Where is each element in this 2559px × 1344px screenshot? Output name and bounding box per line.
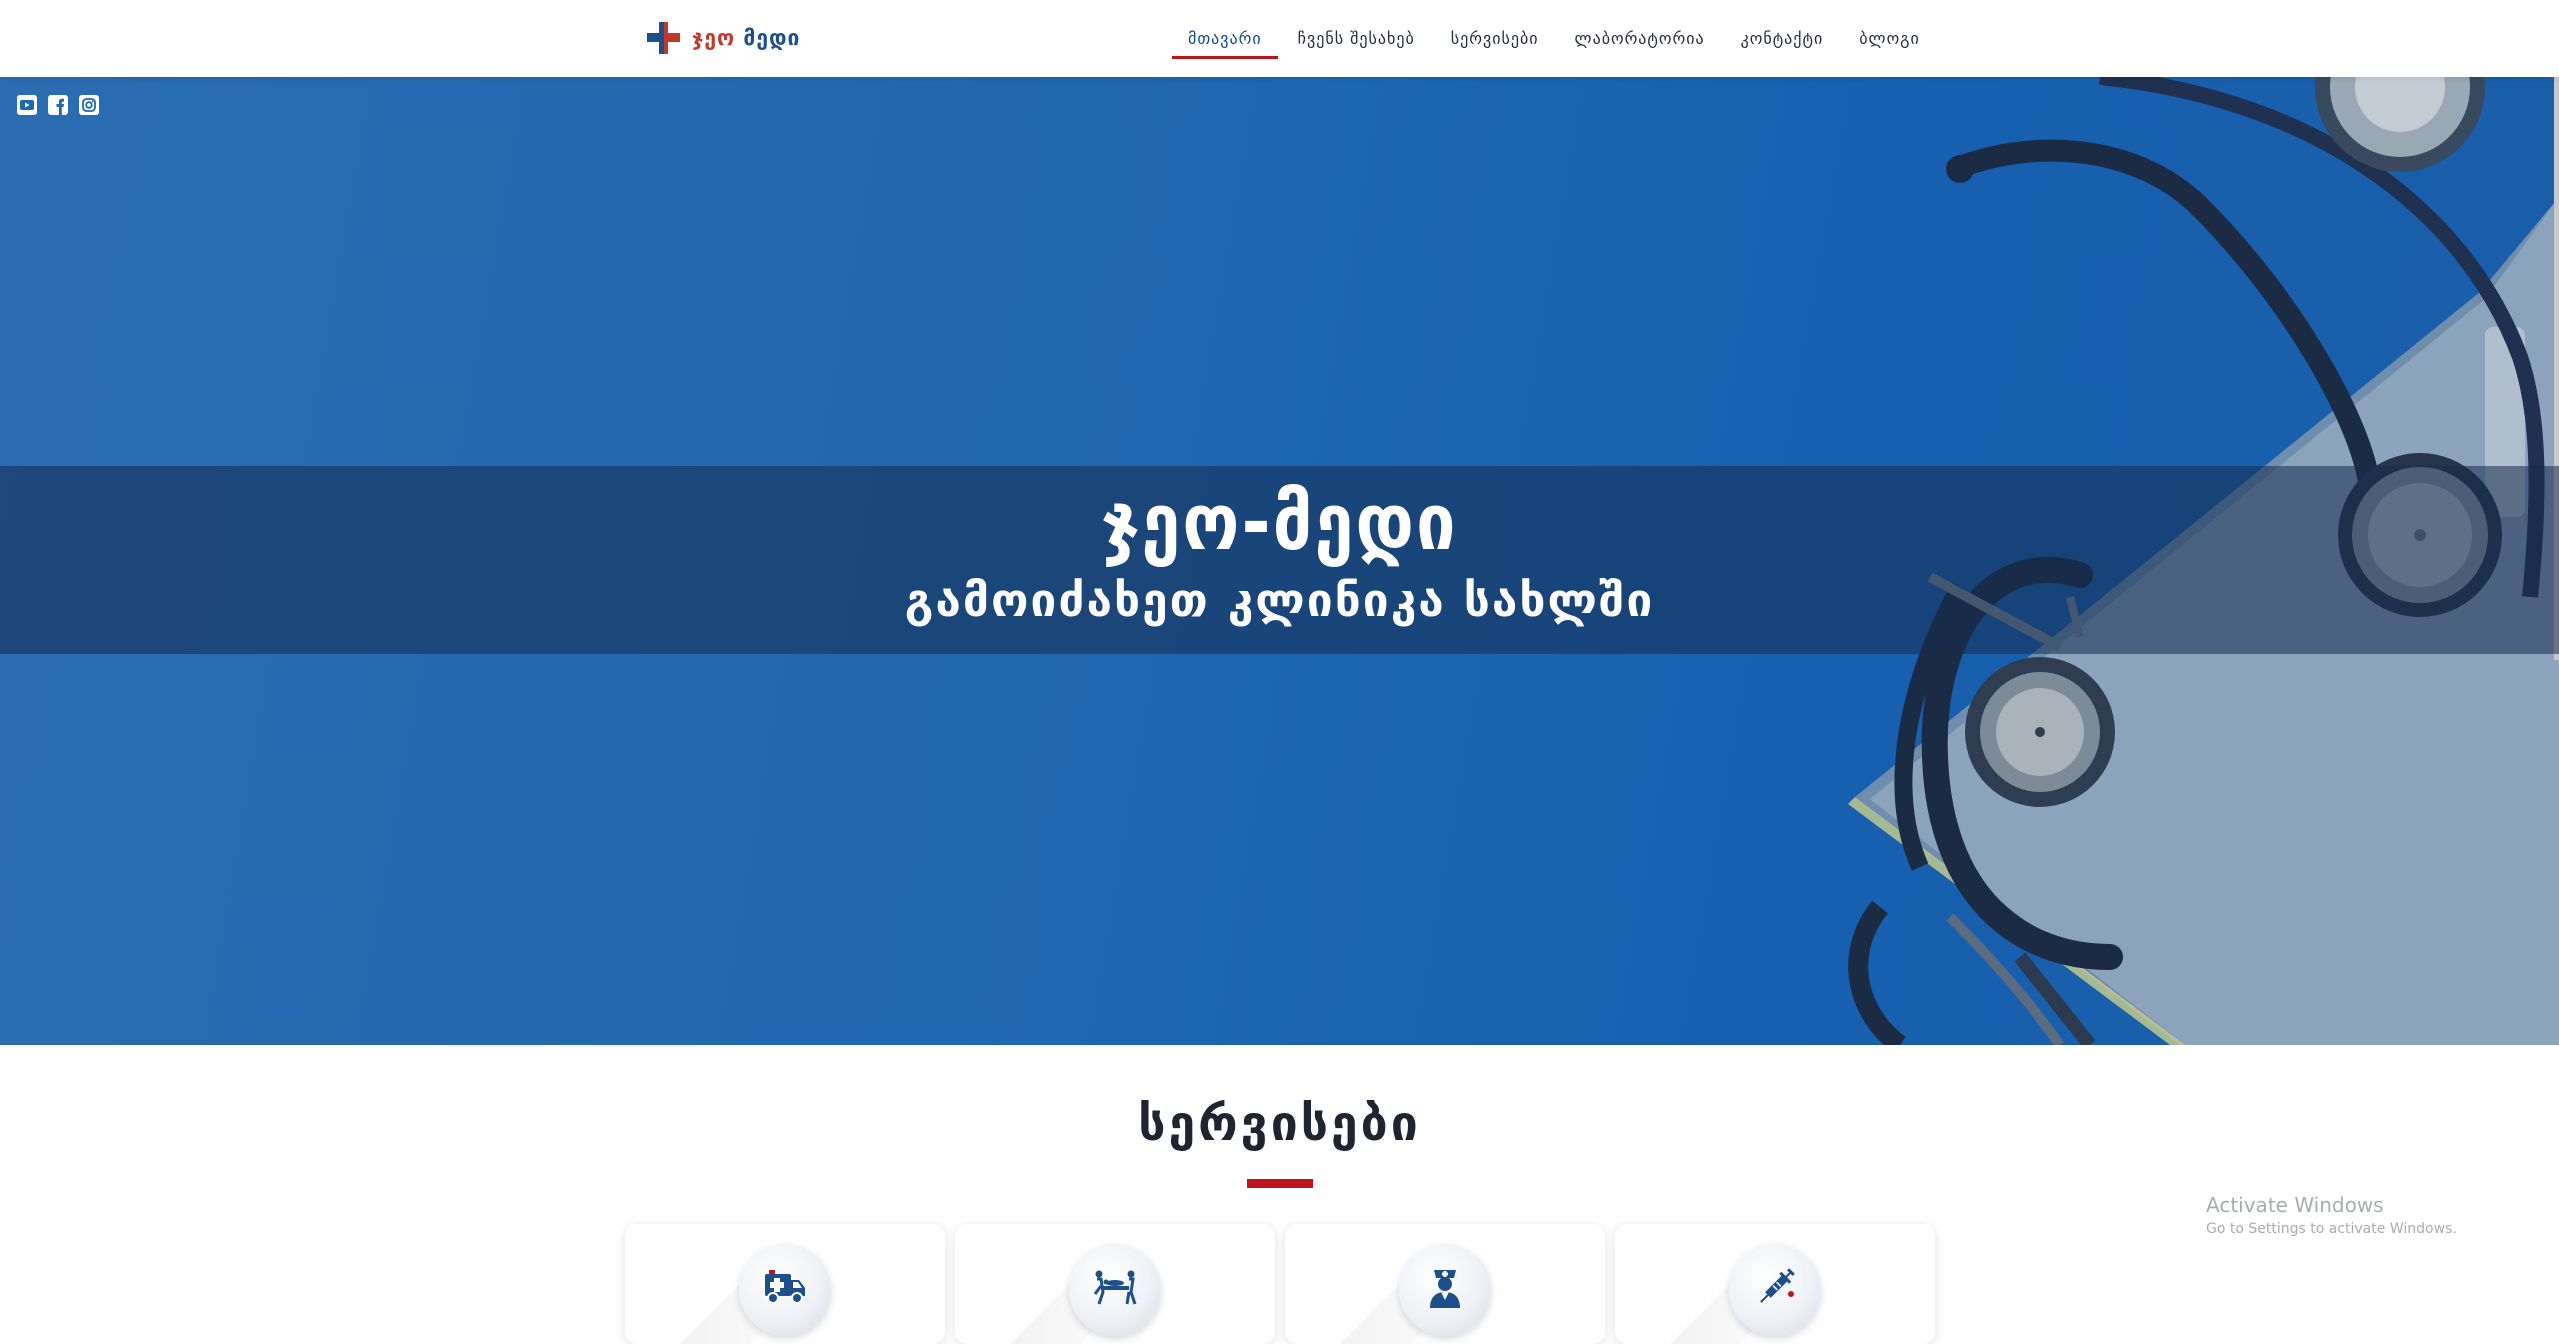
windows-activation-watermark: Activate Windows Go to Settings to activ…	[2206, 1193, 2457, 1237]
nav-item-contact[interactable]: კონტაქტი	[1723, 0, 1842, 77]
youtube-icon[interactable]	[16, 94, 38, 116]
service-icon-circle	[1069, 1244, 1161, 1336]
facebook-icon[interactable]	[47, 94, 69, 116]
nav-item-blog[interactable]: ბლოგი	[1841, 0, 1937, 77]
nav-item-services[interactable]: სერვისები	[1433, 0, 1557, 77]
watermark-line-1: Activate Windows	[2206, 1193, 2384, 1217]
service-icon-circle	[1399, 1244, 1491, 1336]
logo-text-blue: მედი	[743, 26, 801, 50]
stretcher-icon	[1093, 1270, 1137, 1305]
service-card-ambulance[interactable]	[625, 1224, 945, 1344]
service-card-vaccination[interactable]	[1615, 1224, 1935, 1344]
syringe-icon	[1760, 1268, 1795, 1303]
main-nav: მთავარი ჩვენს შესახებ სერვისები ლაბორატო…	[1170, 0, 1938, 77]
nav-item-home[interactable]: მთავარი	[1170, 0, 1280, 77]
nav-item-about[interactable]: ჩვენს შესახებ	[1280, 0, 1433, 77]
logo[interactable]: ჯეო მედი	[644, 17, 800, 59]
service-icon-circle	[739, 1244, 831, 1336]
services-heading: სერვისები	[1138, 1096, 1421, 1152]
hero-banner: ჯეო-მედი გამოიძახეთ კლინიკა სახლში	[0, 466, 2559, 654]
hero-title: ჯეო-მედი	[1101, 478, 1458, 568]
nav-item-laboratory[interactable]: ლაბორატორია	[1557, 0, 1723, 77]
watermark-line-2: Go to Settings to activate Windows.	[2206, 1221, 2457, 1237]
medical-cross-logo-icon	[647, 22, 680, 54]
logo-text: ჯეო მედი	[692, 26, 800, 50]
service-card-stretcher[interactable]	[955, 1224, 1275, 1344]
hero-subtitle: გამოიძახეთ კლინიკა სახლში	[904, 573, 1655, 627]
service-icon-circle	[1729, 1244, 1821, 1336]
social-links	[16, 94, 100, 116]
ambulance-icon	[765, 1270, 805, 1304]
nurse-icon	[1430, 1270, 1460, 1308]
services-heading-underline	[1247, 1179, 1313, 1188]
hero-section: ჯეო-მედი გამოიძახეთ კლინიკა სახლში	[0, 77, 2559, 1045]
service-card-nurse[interactable]	[1285, 1224, 1605, 1344]
navbar: ჯეო მედი მთავარი ჩვენს შესახებ სერვისები…	[0, 0, 2559, 77]
logo-text-red: ჯეო	[692, 26, 736, 50]
instagram-icon[interactable]	[78, 94, 100, 116]
